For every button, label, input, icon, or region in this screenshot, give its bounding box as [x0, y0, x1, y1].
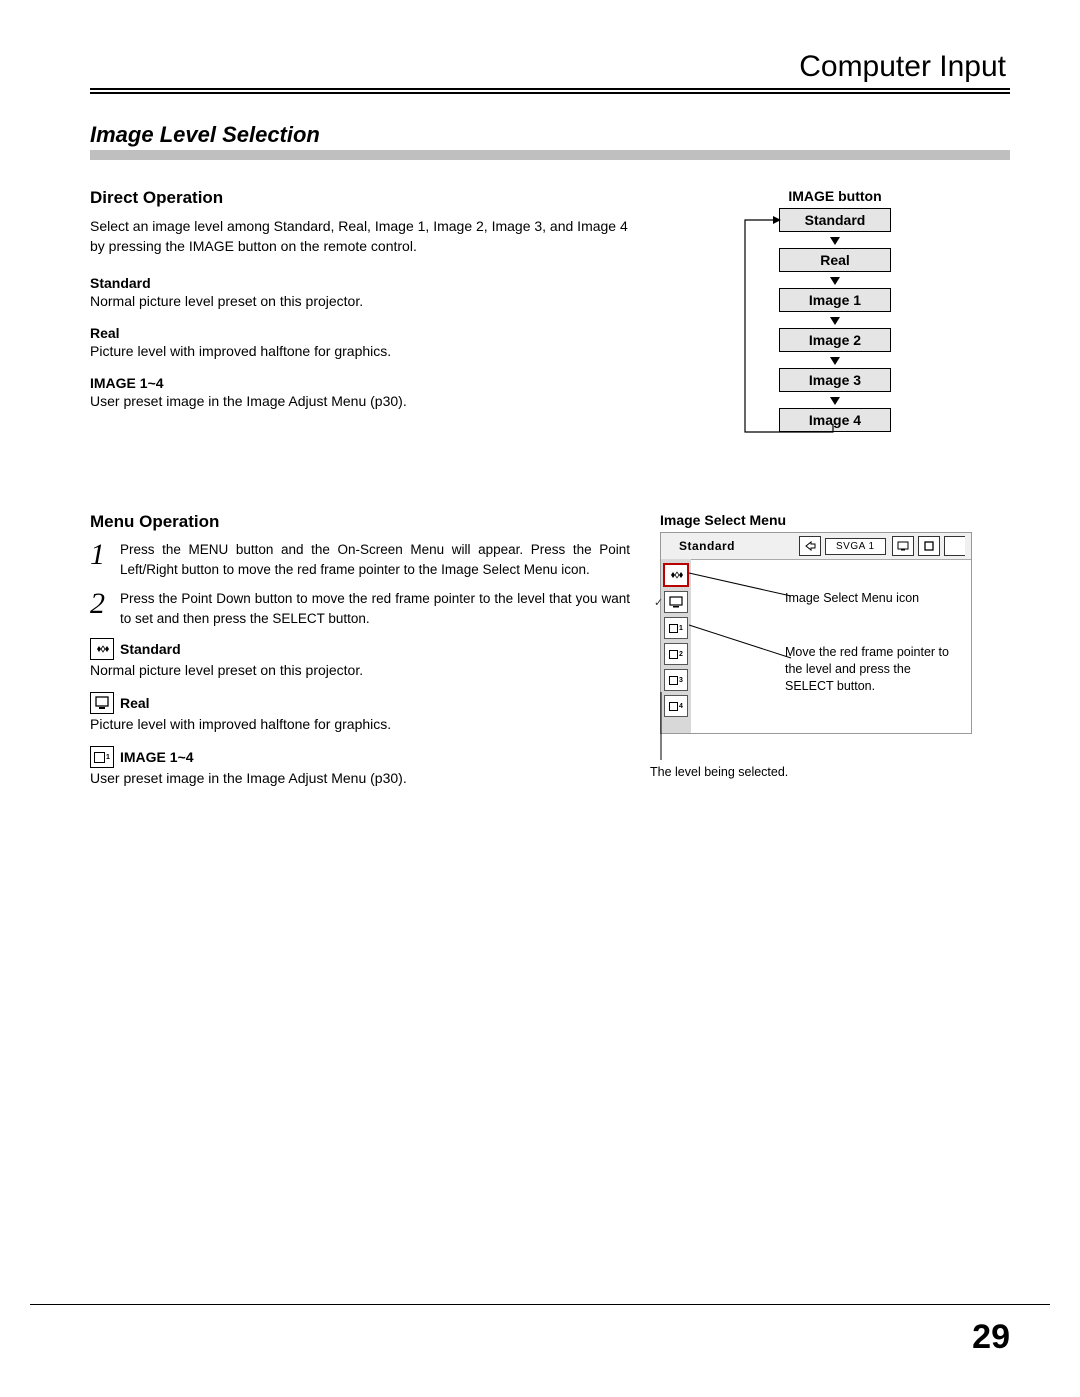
monitor-icon	[94, 696, 110, 710]
icon-label: Standard	[120, 641, 181, 657]
partial-icon	[944, 536, 965, 556]
svga-label: SVGA 1	[825, 538, 886, 555]
check-icon: ✓	[654, 596, 663, 609]
step-text: Press the MENU button and the On-Screen …	[120, 540, 630, 579]
arrow-left-icon	[799, 536, 821, 556]
square-icon	[918, 536, 940, 556]
item-heading: Real	[90, 325, 630, 341]
header-rule	[90, 88, 1010, 94]
down-arrow-icon	[705, 353, 965, 367]
item-desc: User preset image in the Image Adjust Me…	[90, 393, 630, 409]
section-bar	[90, 150, 1010, 160]
callout-text: The level being selected.	[650, 764, 788, 781]
image-n-icon: 1	[90, 746, 114, 768]
direct-op-heading: Direct Operation	[90, 188, 630, 208]
direct-op-intro: Select an image level among Standard, Re…	[90, 216, 630, 257]
flow-title: IMAGE button	[660, 188, 1010, 204]
down-arrow-icon	[705, 273, 965, 287]
icon-desc: User preset image in the Image Adjust Me…	[90, 770, 630, 786]
down-arrow-icon	[705, 313, 965, 327]
item-heading: Standard	[90, 275, 630, 291]
section-title: Image Level Selection	[90, 122, 1010, 148]
monitor-icon	[892, 536, 914, 556]
sidebar-image2-icon: 2	[664, 643, 688, 665]
flow-diagram: Standard Real Image 1 Image 2 Image 3 Im…	[705, 208, 965, 432]
standard-icon	[90, 638, 114, 660]
down-arrow-icon	[705, 393, 965, 407]
real-icon	[90, 692, 114, 714]
down-arrow-icon	[705, 233, 965, 247]
callout-text: Move the red frame pointer to the level …	[785, 644, 955, 695]
step-number: 2	[90, 589, 120, 628]
item-desc: Picture level with improved halftone for…	[90, 343, 630, 359]
sidebar-image1-icon: 1	[664, 617, 688, 639]
page-number: 29	[972, 1318, 1010, 1357]
step-number: 1	[90, 540, 120, 579]
callout-text: Image Select Menu icon	[785, 590, 919, 607]
icon-desc: Picture level with improved halftone for…	[90, 716, 630, 732]
item-desc: Normal picture level preset on this proj…	[90, 293, 630, 309]
step-text: Press the Point Down button to move the …	[120, 589, 630, 628]
item-heading: IMAGE 1~4	[90, 375, 630, 391]
menu-shot-title: Image Select Menu	[660, 512, 1010, 528]
diamond-icon	[94, 644, 110, 654]
flow-box: Real	[779, 248, 891, 272]
flow-box: Standard	[779, 208, 891, 232]
footer-rule	[30, 1304, 1050, 1305]
flow-box: Image 1	[779, 288, 891, 312]
sidebar-standard-icon	[663, 563, 689, 587]
flow-box: Image 2	[779, 328, 891, 352]
sidebar-real-icon: ✓	[664, 591, 688, 613]
chapter-title: Computer Input	[90, 50, 1010, 84]
icon-desc: Normal picture level preset on this proj…	[90, 662, 630, 678]
icon-label: Real	[120, 695, 150, 711]
menu-top-label: Standard	[661, 539, 799, 553]
callout-line-icon	[648, 692, 688, 772]
sidebar-image3-icon: 3	[664, 669, 688, 691]
menu-op-heading: Menu Operation	[90, 512, 630, 532]
flow-box: Image 4	[779, 408, 891, 432]
callout-lines-icon	[661, 533, 971, 733]
icon-label: IMAGE 1~4	[120, 749, 194, 765]
flow-box: Image 3	[779, 368, 891, 392]
menu-screenshot: Standard SVGA 1	[660, 532, 972, 734]
